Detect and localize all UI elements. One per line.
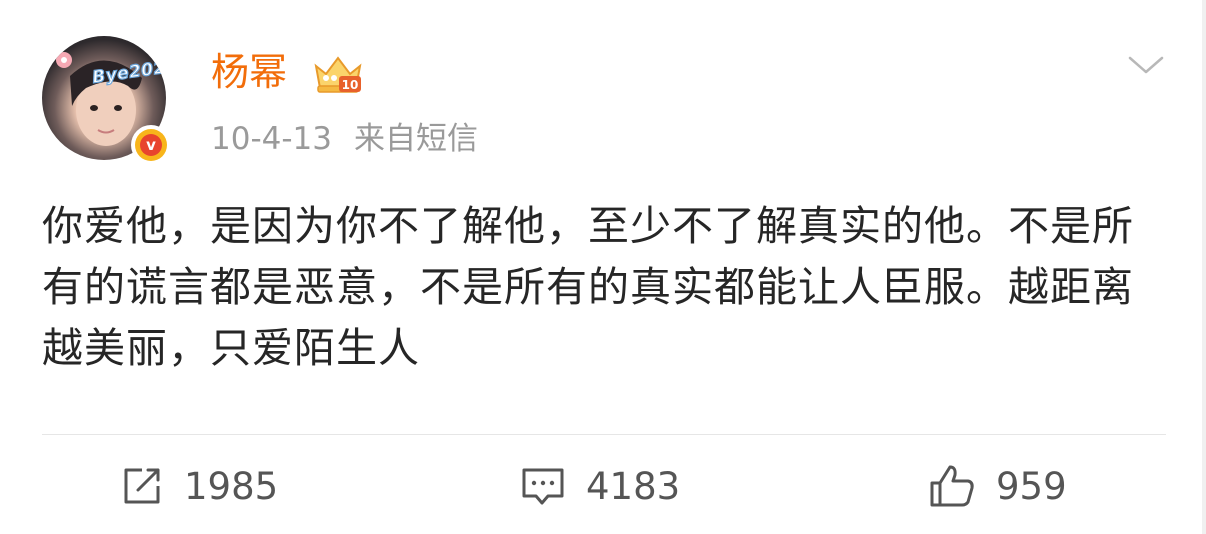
author-name[interactable]: 杨幂 xyxy=(211,46,287,98)
repost-button[interactable]: 1985 xyxy=(120,458,278,514)
comment-icon xyxy=(522,468,564,505)
post-date: 10-4-13 xyxy=(211,121,332,157)
repost-count: 1985 xyxy=(184,464,279,508)
chevron-down-icon[interactable] xyxy=(1127,50,1165,80)
comment-count: 4183 xyxy=(586,464,681,508)
verified-badge: v xyxy=(131,125,171,165)
verified-mark: v xyxy=(140,134,162,156)
thumbs-up-icon xyxy=(930,465,974,507)
like-count: 959 xyxy=(996,464,1067,508)
comment-button[interactable]: 4183 xyxy=(520,458,680,514)
post-source[interactable]: 来自短信 xyxy=(354,121,478,157)
post-body: 你爱他，是因为你不了解他，至少不了解真实的他。不是所有的谎言都是恶意，不是所有的… xyxy=(42,202,1134,372)
vip-level-label: 10 xyxy=(342,78,359,92)
like-button[interactable]: 959 xyxy=(928,458,1067,514)
post-meta: 10-4-13 来自短信 xyxy=(211,117,478,161)
divider xyxy=(42,434,1166,435)
repost-icon xyxy=(124,468,160,504)
page-edge xyxy=(1202,0,1206,534)
vip-crown-icon[interactable]: 10 xyxy=(312,52,364,94)
